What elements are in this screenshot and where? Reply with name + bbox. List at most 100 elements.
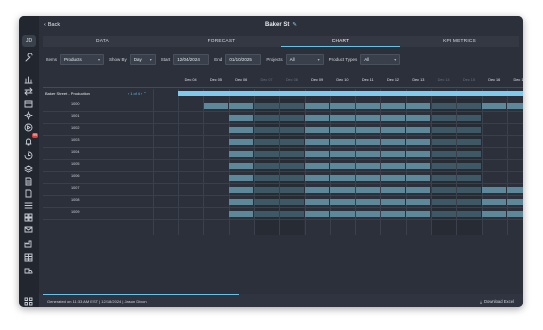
task-bar-segment[interactable] [355,139,380,145]
apps-icon[interactable] [23,296,34,306]
task-bar-segment[interactable] [330,211,355,217]
task-bar-segment[interactable] [456,103,482,109]
task-bar-segment[interactable] [456,151,482,157]
gear-icon[interactable] [23,110,34,120]
task-bar-segment[interactable] [431,151,456,157]
task-bar-segment[interactable] [355,199,380,205]
task-bar-segment[interactable] [431,103,456,109]
task-bar-segment[interactable] [229,199,254,205]
task-bar-segment[interactable] [355,115,380,121]
task-bar-segment[interactable] [229,151,254,157]
task-bar-segment[interactable] [456,139,482,145]
task-bar-segment[interactable] [229,115,254,121]
task-bar-segment[interactable] [229,103,254,109]
task-bar-segment[interactable] [305,115,330,121]
list-icon[interactable] [23,200,34,210]
avatar[interactable]: JD [22,35,36,47]
task-bar-segment[interactable] [254,199,279,205]
task-bar-segment[interactable] [355,187,380,193]
task-bar-segment[interactable] [406,211,431,217]
wrench-icon[interactable] [23,52,34,62]
task-bar-segment[interactable] [305,103,330,109]
task-bar-segment[interactable] [507,187,523,193]
circle-play-icon[interactable] [23,122,34,132]
task-bar-segment[interactable] [305,139,330,145]
file-icon[interactable] [23,188,34,198]
product-summary-bar[interactable] [178,91,523,96]
document-icon[interactable] [23,176,34,186]
task-bar-segment[interactable] [330,139,355,145]
task-bar-segment[interactable] [406,127,431,133]
task-bar-segment[interactable] [507,103,523,109]
task-bar-segment[interactable] [380,163,406,169]
grid-icon[interactable] [23,212,34,222]
task-bar-segment[interactable] [456,175,482,181]
product-pager[interactable]: ‹ 1 of 4 › ⌃ [128,91,146,96]
task-bar-segment[interactable] [229,175,254,181]
task-bar-segment[interactable] [482,199,507,205]
task-bar-segment[interactable] [406,199,431,205]
task-bar-segment[interactable] [431,115,456,121]
task-bar-segment[interactable] [507,211,523,217]
task-bar-segment[interactable] [254,151,279,157]
task-bar-segment[interactable] [279,127,304,133]
task-bar-segment[interactable] [254,175,279,181]
history-icon[interactable] [23,150,34,160]
task-bar-segment[interactable] [229,139,254,145]
task-bar-segment[interactable] [406,163,431,169]
task-bar-segment[interactable] [330,103,355,109]
task-bar-segment[interactable] [203,103,229,109]
scroll-progress-bar[interactable] [43,294,239,295]
task-bar-segment[interactable] [355,151,380,157]
task-bar-segment[interactable] [380,151,406,157]
task-bar-segment[interactable] [456,211,482,217]
task-bar-segment[interactable] [355,163,380,169]
task-bar-segment[interactable] [380,211,406,217]
task-bar-segment[interactable] [305,187,330,193]
task-bar-segment[interactable] [305,151,330,157]
task-bar-segment[interactable] [380,139,406,145]
calendar-icon[interactable] [23,98,34,108]
task-bar-segment[interactable] [279,103,304,109]
task-bar-segment[interactable] [380,115,406,121]
task-bar-segment[interactable] [330,175,355,181]
chart-icon[interactable] [23,74,34,84]
bell-icon[interactable]: 99 [23,133,38,146]
start-date-input[interactable]: 12/04/2024 [173,53,210,65]
task-bar-segment[interactable] [431,187,456,193]
pencil-icon[interactable]: ✎ [292,22,297,28]
task-bar-segment[interactable] [305,211,330,217]
task-bar-segment[interactable] [380,187,406,193]
task-bar-segment[interactable] [330,199,355,205]
task-bar-segment[interactable] [355,127,380,133]
items-select[interactable]: Products ▾ [60,53,105,65]
task-bar-segment[interactable] [406,115,431,121]
arrows-icon[interactable] [23,86,34,96]
task-bar-segment[interactable] [279,163,304,169]
task-bar-segment[interactable] [456,199,482,205]
task-bar-segment[interactable] [380,103,406,109]
task-bar-segment[interactable] [229,163,254,169]
task-bar-segment[interactable] [380,199,406,205]
task-bar-segment[interactable] [305,199,330,205]
task-bar-segment[interactable] [482,187,507,193]
tab-kpi-metrics[interactable]: KPI METRICS [400,36,519,47]
task-bar-segment[interactable] [431,163,456,169]
task-bar-segment[interactable] [431,199,456,205]
task-bar-segment[interactable] [431,211,456,217]
task-bar-segment[interactable] [229,127,254,133]
task-bar-segment[interactable] [482,211,507,217]
task-bar-segment[interactable] [254,187,279,193]
task-bar-segment[interactable] [406,103,431,109]
task-bar-segment[interactable] [330,163,355,169]
task-bar-segment[interactable] [406,151,431,157]
task-bar-segment[interactable] [406,139,431,145]
table-icon[interactable] [23,252,34,262]
task-bar-segment[interactable] [431,139,456,145]
task-bar-segment[interactable] [482,103,507,109]
download-excel-button[interactable]: ⤓ Download Excel [480,299,514,304]
task-bar-segment[interactable] [355,175,380,181]
task-bar-segment[interactable] [406,187,431,193]
end-date-input[interactable]: 01/10/2025 [225,53,262,65]
task-bar-segment[interactable] [254,139,279,145]
